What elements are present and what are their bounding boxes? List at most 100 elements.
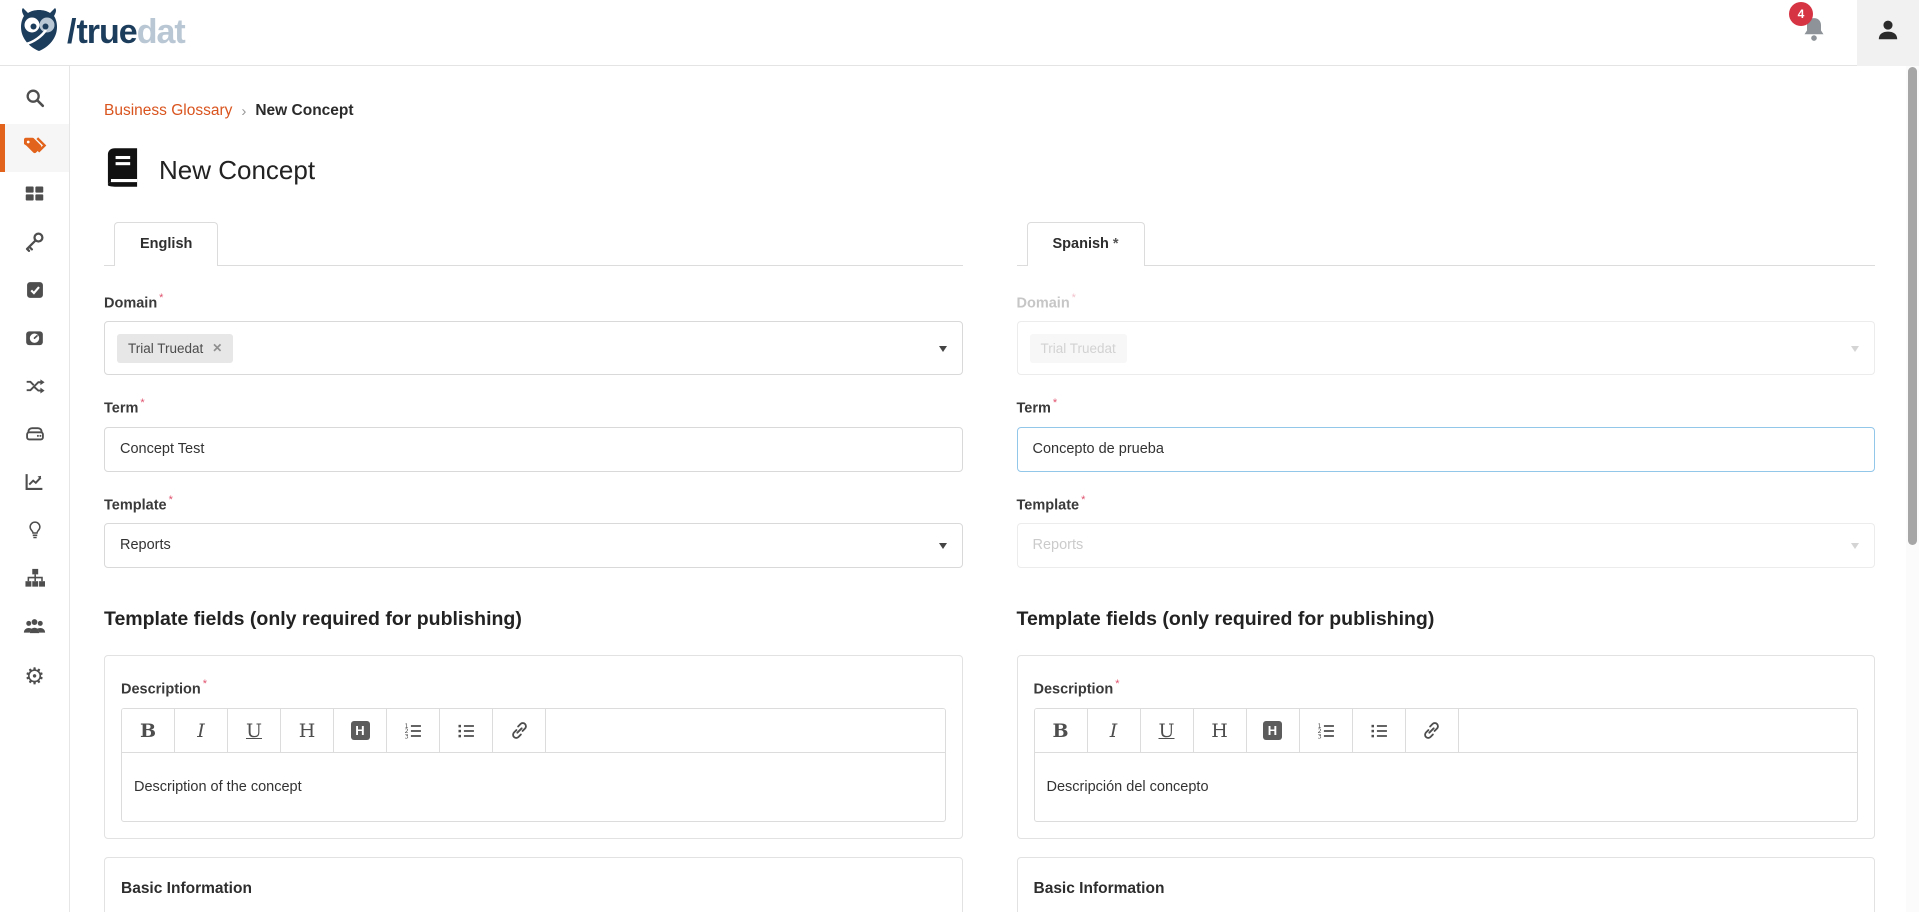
template-label: Template (1017, 497, 1080, 513)
owl-logo-icon (16, 6, 62, 59)
sidebar-item-data-structures[interactable] (0, 412, 69, 460)
chevron-down-icon (939, 543, 947, 549)
rich-text-editor-es: B I U H H 123 (1034, 708, 1859, 822)
sidebar-nav: ⚙ (0, 66, 70, 912)
domain-select-en[interactable]: Trial Truedat ✕ (104, 321, 963, 375)
sidebar-item-insights[interactable] (0, 508, 69, 556)
heading-icon[interactable]: H (281, 709, 334, 752)
scrollbar-thumb[interactable] (1908, 67, 1917, 545)
link-icon[interactable] (493, 709, 546, 752)
main-content: Business Glossary › New Concept New Conc… (71, 66, 1919, 912)
template-select-en[interactable]: Reports (104, 523, 963, 568)
template-select-value: Reports (1033, 537, 1084, 553)
domain-field-es: Domain* Trial Truedat (1017, 292, 1876, 375)
chart-line-icon (24, 471, 45, 497)
unordered-list-icon[interactable] (1353, 709, 1406, 752)
underline-icon[interactable]: U (228, 709, 281, 752)
tab-required-marker: * (1113, 236, 1119, 252)
logo-wordmark: /truedat (64, 13, 185, 52)
term-label: Term (104, 401, 138, 417)
required-marker: * (1072, 292, 1076, 304)
heading-icon[interactable]: H (1194, 709, 1247, 752)
sidebar-item-settings[interactable]: ⚙ (0, 652, 69, 700)
grid-icon (24, 183, 45, 209)
english-tab-row: English (104, 222, 963, 266)
bold-icon[interactable]: B (122, 709, 175, 752)
italic-icon[interactable]: I (175, 709, 228, 752)
ordered-list-icon[interactable]: 123 (387, 709, 440, 752)
sidebar-item-search[interactable] (0, 76, 69, 124)
sidebar-item-business-glossary[interactable] (0, 124, 69, 172)
sidebar-item-users[interactable] (0, 604, 69, 652)
required-marker: * (169, 494, 173, 506)
storage-drive-icon (24, 424, 46, 449)
term-input-es[interactable] (1017, 427, 1876, 472)
heading-block-glyph: H (1263, 721, 1282, 740)
term-field-en: Term* (104, 397, 963, 471)
heading-block-glyph: H (351, 721, 370, 740)
description-editor-es[interactable]: Descripción del concepto (1035, 753, 1858, 821)
notification-count-badge: 4 (1789, 2, 1813, 26)
domain-label: Domain (1017, 295, 1070, 311)
ordered-list-icon[interactable]: 123 (1300, 709, 1353, 752)
description-label: Description (121, 681, 201, 697)
user-avatar-icon (1875, 17, 1901, 48)
tab-spanish[interactable]: Spanish* (1027, 222, 1145, 266)
template-select-es: Reports (1017, 523, 1876, 568)
spanish-tab-row: Spanish* (1017, 222, 1876, 266)
chevron-down-icon (1851, 346, 1859, 352)
tab-spanish-label: Spanish (1053, 236, 1109, 252)
page-title: New Concept (159, 155, 315, 186)
underline-icon[interactable]: U (1141, 709, 1194, 752)
description-editor-en[interactable]: Description of the concept (122, 753, 945, 821)
required-marker: * (203, 678, 207, 690)
breadcrumb: Business Glossary › New Concept (104, 102, 1875, 120)
spanish-column: Spanish* Domain* Trial Truedat Term* (1017, 222, 1876, 912)
sidebar-item-permissions[interactable] (0, 220, 69, 268)
domain-chip-en: Trial Truedat ✕ (117, 334, 233, 363)
term-input-en[interactable] (104, 427, 963, 472)
svg-text:3: 3 (405, 733, 409, 740)
heading-block-icon[interactable]: H (1247, 709, 1300, 752)
sidebar-item-lineage[interactable] (0, 364, 69, 412)
domain-chip-es: Trial Truedat (1030, 334, 1127, 363)
description-label: Description (1034, 681, 1114, 697)
sidebar-item-dashboards[interactable] (0, 460, 69, 508)
required-marker: * (1081, 494, 1085, 506)
term-label: Term (1017, 401, 1051, 417)
link-icon[interactable] (1406, 709, 1459, 752)
remove-chip-icon[interactable]: ✕ (212, 341, 222, 355)
italic-icon[interactable]: I (1088, 709, 1141, 752)
users-icon (23, 617, 46, 640)
sidebar-item-taxonomy[interactable] (0, 556, 69, 604)
tab-english[interactable]: English (114, 222, 218, 266)
domain-select-es: Trial Truedat (1017, 321, 1876, 375)
template-label: Template (104, 497, 167, 513)
tab-english-label: English (140, 236, 192, 252)
truedat-logo[interactable]: /truedat (16, 6, 185, 59)
basic-information-card-en: Basic Information Report level Main repo… (104, 857, 963, 912)
unordered-list-icon[interactable] (440, 709, 493, 752)
notifications-button[interactable]: 4 (1801, 16, 1827, 49)
sidebar-item-rules[interactable] (0, 268, 69, 316)
description-card-es: Description* B I U H H 123 (1017, 655, 1876, 839)
heading-block-icon[interactable]: H (334, 709, 387, 752)
sidebar-item-modules[interactable] (0, 172, 69, 220)
logo-slash: / (67, 13, 75, 51)
user-menu-button[interactable] (1857, 0, 1919, 66)
bold-icon[interactable]: B (1035, 709, 1088, 752)
breadcrumb-business-glossary[interactable]: Business Glossary (104, 102, 232, 120)
bell-icon (1801, 31, 1827, 48)
sitemap-icon (24, 568, 46, 593)
lightbulb-icon (26, 519, 44, 546)
chevron-down-icon (1851, 543, 1859, 549)
editor-toolbar-es: B I U H H 123 (1035, 709, 1858, 753)
domain-label: Domain (104, 295, 157, 311)
app-header: /truedat 4 (0, 0, 1919, 66)
tags-icon (23, 135, 47, 162)
basic-information-heading: Basic Information (1034, 880, 1859, 898)
basic-information-card-es: Basic Information Report level Main repo… (1017, 857, 1876, 912)
sidebar-item-quality[interactable] (0, 316, 69, 364)
vertical-scrollbar[interactable] (1906, 66, 1919, 912)
description-card-en: Description* B I U H H 123 (104, 655, 963, 839)
